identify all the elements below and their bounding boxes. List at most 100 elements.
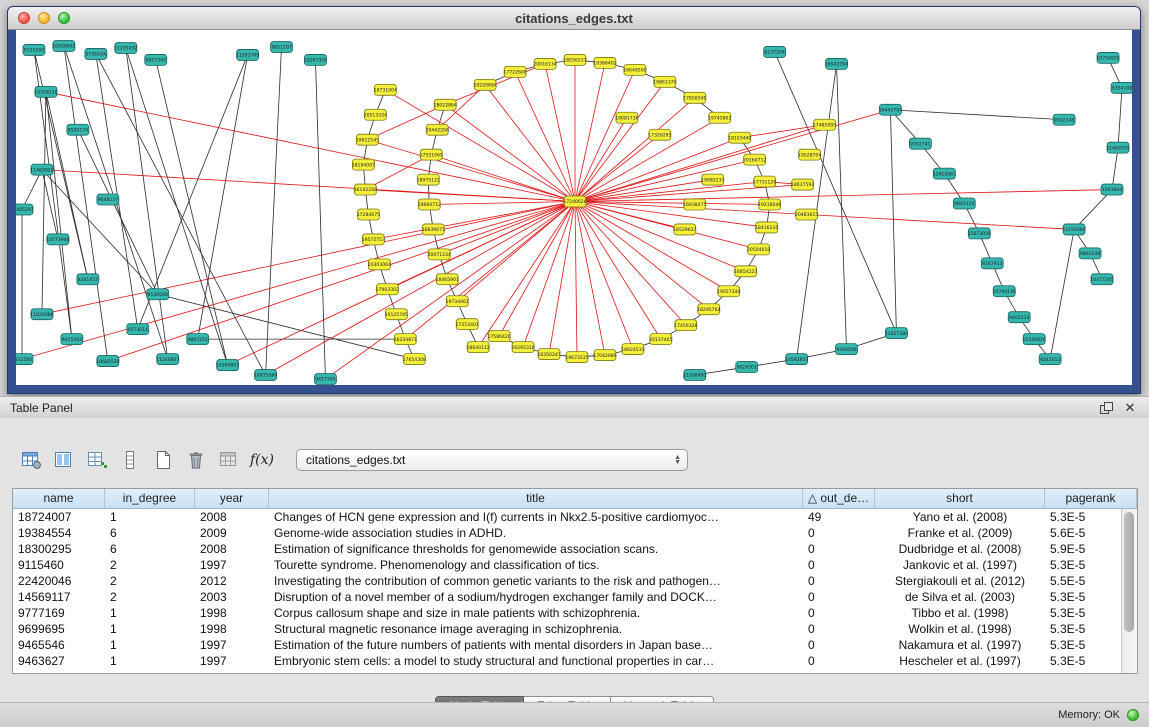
graph-node[interactable]: 9573014 — [127, 324, 149, 335]
graph-edge[interactable] — [485, 85, 575, 202]
graph-node[interactable]: 11268493 — [683, 370, 706, 381]
graph-edge[interactable] — [575, 182, 765, 202]
graph-node[interactable]: 17326265 — [648, 129, 671, 140]
create-column-icon[interactable] — [84, 448, 110, 472]
row-height-icon[interactable] — [117, 448, 143, 472]
graph-edge[interactable] — [429, 202, 575, 205]
graph-node[interactable]: 18295764 — [697, 304, 720, 315]
graph-node[interactable]: 19216046 — [758, 199, 781, 210]
graph-node[interactable]: 19085237 — [701, 174, 724, 185]
graph-node[interactable]: 17042689 — [593, 350, 616, 361]
graph-node[interactable]: 11483920 — [30, 164, 53, 175]
graph-node[interactable]: 16649500 — [623, 64, 646, 75]
graph-node[interactable]: 9877345 — [145, 54, 167, 65]
graph-edge[interactable] — [837, 64, 847, 349]
graph-node[interactable]: 9417305 — [314, 374, 336, 385]
graph-node[interactable]: 10592837 — [785, 354, 808, 365]
graph-edge[interactable] — [740, 125, 825, 138]
graph-edge[interactable] — [156, 60, 228, 365]
graph-node[interactable]: 19745803 — [708, 112, 731, 123]
graph-node[interactable]: 18350247 — [537, 349, 560, 360]
graph-node[interactable]: 20071234 — [428, 249, 451, 260]
close-panel-icon[interactable]: ✕ — [1121, 400, 1139, 416]
graph-node[interactable]: 19673125 — [565, 352, 588, 363]
scrollbar-thumb[interactable] — [1124, 512, 1134, 632]
graph-node[interactable]: 20513334 — [364, 109, 387, 120]
function-builder-icon[interactable]: f(x) — [249, 448, 275, 472]
graph-edge[interactable] — [126, 48, 228, 365]
window-titlebar[interactable]: citations_edges.txt — [8, 7, 1140, 30]
graph-node[interactable]: 9354108 — [1111, 82, 1132, 93]
graph-edge[interactable] — [445, 105, 575, 202]
float-panel-icon[interactable] — [1097, 400, 1115, 416]
graph-node[interactable]: 9502148 — [1053, 114, 1075, 125]
graph-node[interactable]: 18529637 — [673, 224, 696, 235]
graph-node[interactable]: 17858340 — [683, 92, 706, 103]
graph-node[interactable]: 16234871 — [394, 334, 417, 345]
table-row[interactable]: 2242004622012Investigating the contribut… — [13, 573, 1137, 589]
graph-node[interactable]: 11540826 — [1023, 334, 1046, 345]
graph-node[interactable]: 18924531 — [621, 344, 644, 355]
graph-edge[interactable] — [42, 202, 575, 315]
graph-node[interactable]: 18640112 — [467, 342, 490, 353]
graph-node[interactable]: 10429681 — [52, 40, 75, 51]
show-columns-icon[interactable] — [51, 448, 77, 472]
graph-edge[interactable] — [22, 170, 42, 210]
table-mode-icon[interactable] — [18, 448, 44, 472]
graph-edge[interactable] — [575, 202, 746, 272]
graph-node[interactable]: 10935264 — [254, 370, 277, 381]
graph-node[interactable]: 9136048 — [147, 289, 169, 300]
table-row[interactable]: 1872400712008Changes of HCN gene express… — [13, 509, 1137, 525]
table-row[interactable]: 977716911998Corpus callosum shape and si… — [13, 605, 1137, 621]
graph-node[interactable]: 10394857 — [216, 360, 239, 371]
graph-node[interactable]: 9132560 — [16, 354, 33, 365]
graph-edge[interactable] — [373, 202, 575, 240]
graph-node[interactable]: 17654308 — [403, 354, 426, 365]
new-file-icon[interactable] — [150, 448, 176, 472]
graph-node[interactable]: 18556231 — [563, 54, 586, 65]
graph-edge[interactable] — [1050, 229, 1074, 359]
graph-node[interactable]: 19125745 — [385, 309, 408, 320]
graph-node[interactable]: 20504610 — [747, 244, 770, 255]
graph-node[interactable]: 9415062 — [61, 334, 83, 345]
graph-edge[interactable] — [575, 202, 577, 358]
graph-node[interactable]: 9648237 — [97, 194, 119, 205]
graph-node[interactable]: 17722608 — [503, 66, 526, 77]
graph-node[interactable]: 16938475 — [683, 199, 706, 210]
graph-node[interactable]: 18103440 — [728, 132, 751, 143]
graph-node[interactable]: 17731126 — [753, 176, 776, 187]
graph-node[interactable]: 20442206 — [426, 124, 449, 135]
graph-edge[interactable] — [1112, 148, 1118, 190]
graph-edge[interactable] — [575, 202, 1074, 230]
graph-edge[interactable] — [126, 48, 168, 359]
table-row[interactable]: 1938455462009Genome-wide association stu… — [13, 525, 1137, 541]
graph-edge[interactable] — [575, 202, 633, 350]
graph-node[interactable]: 9867251 — [187, 334, 209, 345]
graph-edge[interactable] — [575, 202, 685, 230]
graph-edge[interactable] — [515, 72, 575, 202]
column-header-title[interactable]: title — [269, 489, 803, 509]
graph-node[interactable]: 11503749 — [236, 49, 259, 60]
graph-edge[interactable] — [78, 130, 158, 295]
graph-node[interactable]: 16142208 — [354, 184, 377, 195]
column-header-name[interactable]: name — [13, 489, 105, 509]
graph-node[interactable]: 19861370 — [653, 76, 676, 87]
graph-node[interactable]: 11029386 — [30, 309, 53, 320]
graph-edge[interactable] — [775, 52, 897, 333]
graph-edge[interactable] — [42, 170, 158, 295]
graph-edge[interactable] — [575, 63, 605, 202]
graph-node[interactable]: 9245012 — [1039, 354, 1061, 365]
graph-edge[interactable] — [158, 294, 415, 359]
table-selector-dropdown[interactable]: citations_edges.txt ▲▼ — [296, 449, 688, 471]
graph-edge[interactable] — [96, 54, 266, 375]
graph-node[interactable]: 20016134 — [533, 58, 556, 69]
graph-node[interactable]: 9261057 — [77, 274, 99, 285]
graph-node[interactable]: 9651207 — [271, 41, 293, 52]
table-row[interactable]: 969969511998Structural magnetic resonanc… — [13, 621, 1137, 637]
graph-node[interactable]: 18637592 — [791, 179, 814, 190]
graph-node[interactable]: 19057340 — [717, 286, 740, 297]
graph-node[interactable]: 18465901 — [436, 274, 459, 285]
graph-edge[interactable] — [575, 125, 825, 202]
column-header-year[interactable]: year — [195, 489, 269, 509]
graph-node[interactable]: 17459328 — [674, 320, 697, 331]
